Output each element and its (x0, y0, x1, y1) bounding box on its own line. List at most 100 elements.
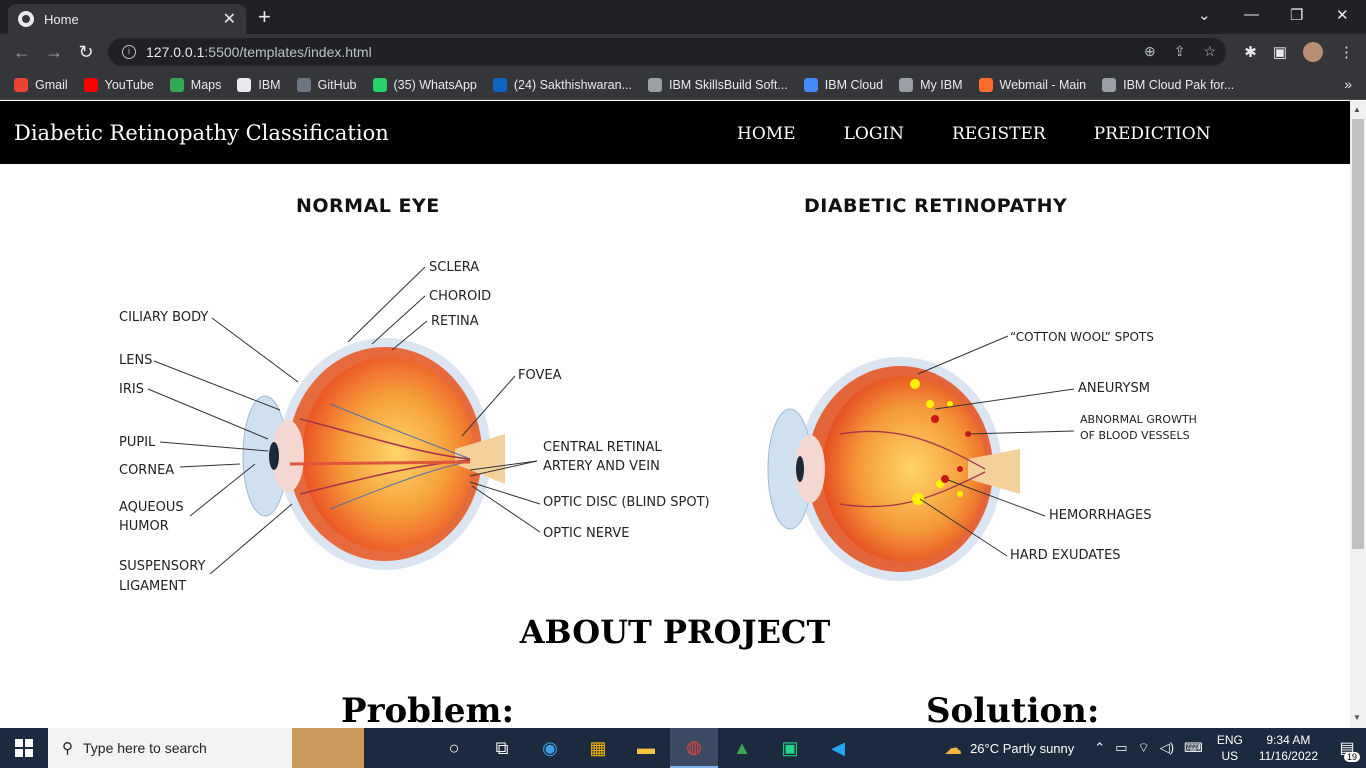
profile-avatar[interactable] (1303, 42, 1323, 62)
label-suspensory-1: SUSPENSORY (119, 559, 206, 574)
label-hemorrhages: HEMORRHAGES (1049, 508, 1152, 523)
weather-icon: ☁ (944, 737, 963, 758)
close-tab-icon[interactable]: ✕ (223, 9, 236, 29)
url-path: :5500/templates/index.html (204, 44, 372, 60)
chrome-icon[interactable]: ◍ (670, 728, 718, 768)
forward-button[interactable]: → (38, 42, 70, 63)
language-indicator[interactable]: ENG US (1217, 732, 1243, 764)
lang-line-1: ENG (1216, 733, 1243, 747)
edge-icon[interactable]: ◉ (526, 728, 574, 768)
back-button[interactable]: ← (6, 42, 38, 63)
more-bookmarks-icon[interactable]: » (1344, 76, 1352, 92)
label-retina: RETINA (431, 314, 479, 329)
scroll-up-icon[interactable]: ▲ (1353, 105, 1361, 114)
search-icon: ⚲ (62, 740, 73, 757)
bookmark-item[interactable]: IBM Cloud Pak for... (1102, 77, 1234, 92)
lang-line-2: US (1221, 749, 1239, 763)
wifi-icon[interactable]: ⌔ (1137, 740, 1149, 756)
nav-login[interactable]: LOGIN (844, 124, 904, 144)
menu-icon[interactable]: ⋮ (1339, 43, 1354, 61)
nav-home[interactable]: HOME (737, 124, 796, 144)
clock-time: 9:34 AM (1266, 733, 1311, 747)
bookmark-item[interactable]: (35) WhatsApp (372, 77, 477, 92)
label-cotton-wool: “COTTON WOOL” SPOTS (1010, 330, 1154, 344)
bookmark-label: Maps (190, 77, 222, 92)
bookmark-favicon-icon (372, 77, 387, 92)
bookmark-item[interactable]: (24) Sakthishwaran... (492, 77, 632, 92)
label-abnormal-growth-2: OF BLOOD VESSELS (1080, 429, 1190, 442)
new-tab-button[interactable]: + (258, 5, 271, 29)
bookmark-item[interactable]: Maps (169, 77, 222, 92)
bookmark-favicon-icon (647, 77, 662, 92)
scrollbar-thumb[interactable] (1352, 119, 1364, 549)
bookmark-item[interactable]: Webmail - Main (978, 77, 1087, 92)
clock-date: 11/16/2022 (1258, 749, 1318, 763)
normal-eye-heading: NORMAL EYE (296, 195, 440, 217)
extensions-icon[interactable]: ✱ (1244, 43, 1257, 61)
store-icon[interactable]: ▦ (574, 728, 622, 768)
volume-icon[interactable]: ◁) (1160, 740, 1174, 756)
problem-heading: Problem: (341, 691, 515, 728)
address-bar[interactable]: i 127.0.0.1 :5500/templates/index.html ⊕… (108, 38, 1226, 66)
bookmark-favicon-icon (803, 77, 818, 92)
tray-overflow-icon[interactable]: ⌃ (1094, 740, 1105, 756)
zoom-icon[interactable]: ⊕ (1144, 43, 1156, 60)
diabetic-retinopathy-eye-drawing (767, 335, 1075, 581)
restore-button[interactable]: ❐ (1290, 6, 1303, 24)
site-navbar: Diabetic Retinopathy Classification HOME… (0, 101, 1350, 164)
window-close-button[interactable]: ✕ (1336, 6, 1349, 24)
notification-center[interactable]: ▤ 19 (1332, 728, 1362, 768)
bookmark-favicon-icon (14, 77, 28, 92)
browser-tab[interactable]: Home ✕ (8, 4, 246, 34)
label-fovea: FOVEA (518, 368, 562, 383)
browser-tab-strip: Home ✕ + ⌄ — ❐ ✕ (0, 0, 1366, 34)
nav-register[interactable]: REGISTER (952, 124, 1046, 144)
bookmark-item[interactable]: YouTube (83, 77, 154, 92)
task-view-icon[interactable]: ⧉ (478, 728, 526, 768)
label-central-retinal-1: CENTRAL RETINAL (543, 440, 662, 455)
label-cornea: CORNEA (119, 463, 175, 478)
label-aneurysm: ANEURYSM (1078, 381, 1150, 396)
google-drive-icon[interactable]: ▲ (718, 728, 766, 768)
pycharm-icon[interactable]: ▣ (766, 728, 814, 768)
clock[interactable]: 9:34 AM 11/16/2022 (1259, 732, 1318, 764)
bookmark-item[interactable]: IBM (237, 77, 281, 92)
windows-logo-icon (15, 739, 33, 757)
minimize-button[interactable]: — (1244, 6, 1259, 23)
site-brand[interactable]: Diabetic Retinopathy Classification (14, 121, 389, 145)
vscode-icon[interactable]: ◀ (814, 728, 862, 768)
notification-count: 19 (1343, 752, 1360, 762)
bookmark-star-icon[interactable]: ☆ (1203, 43, 1216, 60)
bookmark-favicon-icon (169, 77, 184, 92)
nav-prediction[interactable]: PREDICTION (1094, 124, 1211, 144)
label-abnormal-growth-1: ABNORMAL GROWTH (1080, 413, 1197, 426)
tab-search-icon[interactable]: ⌄ (1198, 6, 1211, 24)
bookmark-item[interactable]: My IBM (899, 77, 963, 92)
reload-button[interactable]: ↻ (70, 42, 102, 63)
side-panel-icon[interactable]: ▣ (1273, 43, 1287, 61)
scroll-down-icon[interactable]: ▼ (1353, 713, 1361, 722)
bookmark-item[interactable]: IBM SkillsBuild Soft... (647, 77, 788, 92)
browser-toolbar: ← → ↻ i 127.0.0.1 :5500/templates/index.… (0, 34, 1366, 70)
file-explorer-icon[interactable]: ▬ (622, 728, 670, 768)
cortana-icon[interactable]: ○ (430, 728, 478, 768)
tab-title: Home (44, 11, 79, 27)
page-scrollbar[interactable]: ▲ ▼ (1350, 101, 1366, 728)
weather-text[interactable]: 26°C Partly sunny (970, 741, 1074, 756)
battery-icon[interactable]: ▭ (1115, 740, 1127, 756)
info-icon[interactable]: i (122, 45, 136, 59)
keyboard-icon[interactable]: ⌨ (1184, 740, 1203, 756)
bookmark-label: YouTube (104, 77, 154, 92)
bookmark-item[interactable]: IBM Cloud (803, 77, 883, 92)
bookmark-item[interactable]: Gmail (14, 77, 68, 92)
bookmarks-bar: Gmail YouTube Maps IBM GitHub (35) WhatsApp (2… (0, 70, 1366, 100)
start-button[interactable] (0, 728, 48, 768)
share-icon[interactable]: ⇪ (1174, 43, 1186, 60)
bookmark-favicon-icon (492, 77, 507, 92)
label-optic-disc: OPTIC DISC (BLIND SPOT) (543, 495, 710, 510)
bookmark-item[interactable]: GitHub (296, 77, 357, 92)
globe-icon (18, 11, 34, 27)
taskbar-search[interactable]: ⚲ Type here to search (48, 728, 364, 768)
bookmark-label: Webmail - Main (999, 77, 1087, 92)
label-central-retinal-2: ARTERY AND VEIN (543, 459, 660, 474)
